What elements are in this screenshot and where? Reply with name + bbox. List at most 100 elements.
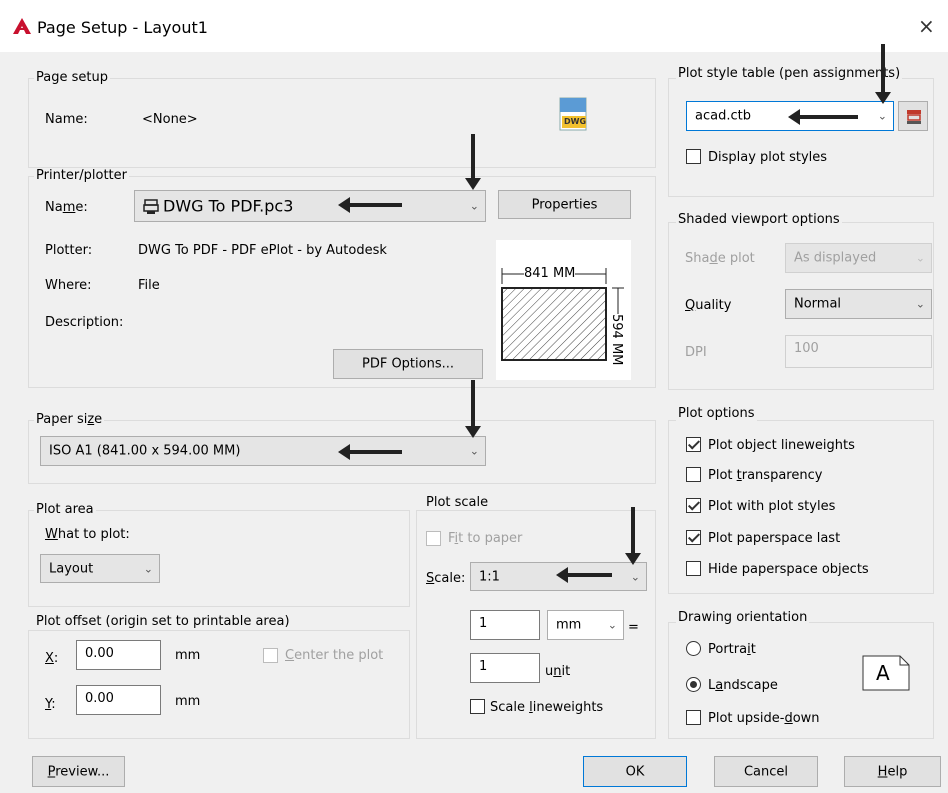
portrait-radio[interactable] xyxy=(686,641,701,656)
dwg-icon-text: DWG xyxy=(564,117,587,126)
scale-unit2-label: unit xyxy=(545,664,571,679)
what-to-plot-value: Layout xyxy=(49,561,94,576)
plot-offset-label: Plot offset (origin set to printable are… xyxy=(34,614,292,629)
annotation-arrow-down xyxy=(465,134,481,190)
chevron-down-icon: ⌄ xyxy=(607,618,617,632)
printer-plotter-label: Printer/plotter xyxy=(34,168,129,183)
scale-lineweights-label: Scale lineweights xyxy=(490,700,604,715)
offset-x-label: X: xyxy=(45,651,59,666)
pdf-options-button[interactable]: PDF Options... xyxy=(333,349,483,379)
paper-size-select[interactable]: ISO A1 (841.00 x 594.00 MM) ⌄ xyxy=(40,436,486,466)
quality-label: Quality xyxy=(685,298,732,313)
center-plot-label: Center the plot xyxy=(285,648,384,663)
scale-value2-input[interactable]: 1 xyxy=(470,653,540,683)
plotter-value: DWG To PDF - PDF ePlot - by Autodesk xyxy=(138,243,387,258)
portrait-label: Portrait xyxy=(708,642,756,657)
printer-name-select[interactable]: DWG To PDF.pc3 ⌄ xyxy=(134,190,486,222)
annotation-arrow-left xyxy=(556,567,612,583)
plot-transparency-checkbox[interactable] xyxy=(686,467,701,482)
help-button[interactable]: Help xyxy=(844,756,941,787)
plot-upside-down-checkbox[interactable] xyxy=(686,710,701,725)
plot-paperspace-last-checkbox[interactable] xyxy=(686,530,701,545)
orientation-letter: A xyxy=(876,661,890,685)
plot-style-edit-icon xyxy=(907,110,921,124)
plot-with-plot-styles-label: Plot with plot styles xyxy=(708,499,836,514)
scale-label: Scale: xyxy=(426,571,466,586)
printer-name-label: Name: xyxy=(45,200,88,215)
shade-plot-label: Shade plot xyxy=(685,251,755,266)
preview-button[interactable]: Preview... xyxy=(32,756,125,787)
hide-paperspace-objects-checkbox[interactable] xyxy=(686,561,701,576)
annotation-arrow-down xyxy=(465,380,481,438)
close-icon[interactable]: × xyxy=(918,14,935,38)
plot-options-label: Plot options xyxy=(676,406,757,421)
offset-y-unit: mm xyxy=(175,694,201,709)
plot-style-table-group xyxy=(668,78,934,197)
plot-paperspace-last-label: Plot paperspace last xyxy=(708,531,841,546)
drawing-orientation-label: Drawing orientation xyxy=(676,610,810,625)
chevron-down-icon: ⌄ xyxy=(915,251,925,265)
shade-plot-value: As displayed xyxy=(794,250,877,266)
scale-unit-value: mm xyxy=(556,617,582,633)
orientation-preview-icon: A xyxy=(862,655,910,691)
printer-name-value: DWG To PDF.pc3 xyxy=(163,196,294,216)
what-to-plot-label: What to plot: xyxy=(45,527,130,542)
landscape-label: Landscape xyxy=(708,678,778,693)
fit-to-paper-checkbox[interactable] xyxy=(426,531,441,546)
what-to-plot-select[interactable]: Layout ⌄ xyxy=(40,554,160,583)
dpi-input[interactable]: 100 xyxy=(785,335,932,368)
plot-transparency-label: Plot transparency xyxy=(708,468,823,483)
chevron-down-icon: ⌄ xyxy=(469,444,479,458)
quality-select[interactable]: Normal ⌄ xyxy=(785,289,932,319)
annotation-arrow-left xyxy=(338,197,402,213)
preview-height-label: 594 MM xyxy=(609,314,624,366)
annotation-arrow-down xyxy=(625,507,641,565)
autocad-logo-icon xyxy=(13,18,31,34)
landscape-radio[interactable] xyxy=(686,677,701,692)
scale-unit-select[interactable]: mm ⌄ xyxy=(547,610,624,640)
edit-plot-style-button[interactable] xyxy=(898,101,928,131)
offset-y-label: Y: xyxy=(45,697,56,712)
scale-lineweights-checkbox[interactable] xyxy=(470,699,485,714)
cancel-button[interactable]: Cancel xyxy=(714,756,818,787)
plot-upside-down-label: Plot upside-down xyxy=(708,711,820,726)
plotter-label: Plotter: xyxy=(45,243,93,258)
window-title: Page Setup - Layout1 xyxy=(37,18,208,37)
plot-with-plot-styles-checkbox[interactable] xyxy=(686,498,701,513)
plot-area-label: Plot area xyxy=(34,502,96,517)
plot-style-table-value: acad.ctb xyxy=(695,108,751,124)
hide-paperspace-objects-label: Hide paperspace objects xyxy=(708,562,869,577)
paper-size-value: ISO A1 (841.00 x 594.00 MM) xyxy=(49,443,241,459)
shade-plot-select[interactable]: As displayed ⌄ xyxy=(785,243,932,273)
display-plot-styles-label: Display plot styles xyxy=(708,150,828,165)
plot-object-lineweights-label: Plot object lineweights xyxy=(708,438,855,453)
page-setup-name-value: <None> xyxy=(142,112,198,127)
display-plot-styles-checkbox[interactable] xyxy=(686,149,701,164)
preview-width-label: 841 MM xyxy=(524,266,576,281)
offset-y-input[interactable]: 0.00 xyxy=(76,685,161,715)
annotation-arrow-left xyxy=(788,109,858,125)
paper-preview: 841 MM 594 MM xyxy=(496,240,631,380)
scale-value1-input[interactable]: 1 xyxy=(470,610,540,640)
page-setup-name-label: Name: xyxy=(45,112,88,127)
offset-x-input[interactable]: 0.00 xyxy=(76,640,161,670)
scale-value: 1:1 xyxy=(479,569,500,584)
offset-x-unit: mm xyxy=(175,648,201,663)
center-plot-checkbox[interactable] xyxy=(263,648,278,663)
properties-button[interactable]: Properties xyxy=(498,190,631,219)
annotation-arrow-left xyxy=(338,444,402,460)
chevron-down-icon: ⌄ xyxy=(630,570,640,583)
quality-value: Normal xyxy=(794,296,842,312)
page-setup-label: Page setup xyxy=(34,70,110,85)
chevron-down-icon: ⌄ xyxy=(915,297,925,311)
plot-style-table-label: Plot style table (pen assignments) xyxy=(676,66,903,81)
ok-button[interactable]: OK xyxy=(583,756,687,787)
fit-to-paper-label: Fit to paper xyxy=(448,531,523,546)
dpi-label: DPI xyxy=(685,345,707,360)
dwg-file-icon: DWG xyxy=(556,96,592,132)
chevron-down-icon: ⌄ xyxy=(469,199,479,213)
equals-sign: = xyxy=(628,620,639,635)
plot-object-lineweights-checkbox[interactable] xyxy=(686,437,701,452)
shaded-viewport-label: Shaded viewport options xyxy=(676,212,842,227)
chevron-down-icon: ⌄ xyxy=(877,109,887,123)
